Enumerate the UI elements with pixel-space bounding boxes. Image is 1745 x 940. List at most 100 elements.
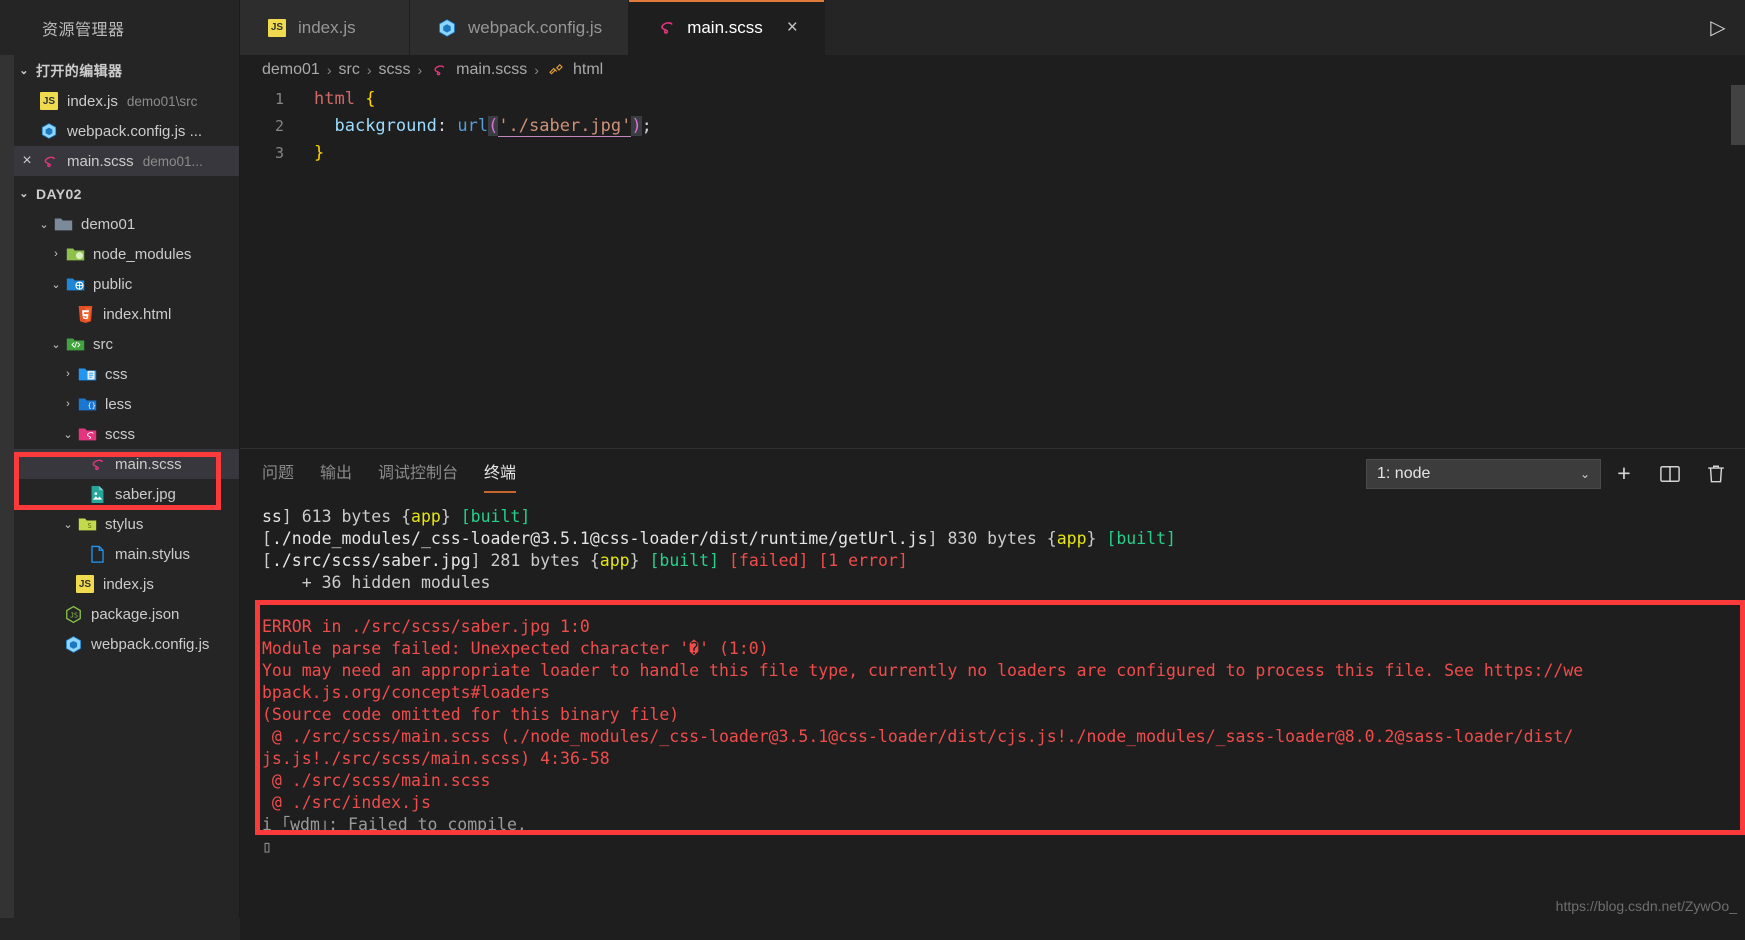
- watermark: https://blog.csdn.net/ZywOo_: [1555, 898, 1737, 914]
- section-open-editors[interactable]: ⌄ 打开的编辑器: [0, 55, 240, 86]
- activity-bar[interactable]: [0, 55, 14, 940]
- css-selector-token: html: [314, 88, 355, 109]
- close-paren-token: ): [631, 115, 642, 136]
- breadcrumb-separator: ›: [366, 62, 372, 78]
- brace-token: {: [365, 88, 376, 109]
- chevron-down-icon: ⌄: [1579, 466, 1590, 481]
- tree-label: public: [93, 275, 133, 293]
- breadcrumb-item-demo01[interactable]: demo01: [262, 61, 320, 79]
- breadcrumb-item-scss[interactable]: scss: [379, 61, 411, 79]
- open-editor-name: main.scss: [67, 152, 134, 170]
- tree-item-webpack-config-js[interactable]: webpack.config.js: [0, 629, 240, 659]
- new-terminal-button[interactable]: +: [1601, 454, 1647, 494]
- tree-item-scss[interactable]: ⌄ scss: [0, 419, 240, 449]
- folder-node-icon: [64, 244, 86, 264]
- tab-index-js[interactable]: JS index.js: [240, 0, 410, 55]
- tree-item-saber-jpg[interactable]: saber.jpg: [0, 479, 240, 509]
- folder-sass-icon: [76, 424, 98, 444]
- tab-label: main.scss: [687, 17, 763, 37]
- open-editor-path: demo01\src: [126, 93, 198, 109]
- terminal-line: i ｢wdm｣: Failed to compile.: [262, 814, 1745, 836]
- tree-item-src-index-js[interactable]: JS index.js: [0, 569, 240, 599]
- breadcrumb-item-html[interactable]: html: [573, 61, 603, 79]
- line-number: 2: [274, 116, 284, 135]
- sidebar-bottom-section[interactable]: [0, 918, 240, 940]
- tab-problems[interactable]: 问题: [262, 459, 294, 489]
- terminal-line: + 36 hidden modules: [262, 573, 491, 592]
- close-icon[interactable]: ×: [787, 18, 798, 37]
- terminal-select-value: 1: node: [1377, 464, 1431, 482]
- kill-terminal-button[interactable]: [1693, 454, 1739, 494]
- tab-debug-console[interactable]: 调试控制台: [378, 459, 458, 489]
- tree-item-public[interactable]: ⌄ public: [0, 269, 240, 299]
- error-line-8: @ ./src/scss/main.scss: [262, 771, 491, 790]
- tree-label: main.stylus: [115, 545, 191, 563]
- breadcrumb-item-main-scss[interactable]: main.scss: [456, 61, 527, 79]
- terminal-select[interactable]: 1: node ⌄: [1366, 458, 1601, 489]
- tree-item-package-json[interactable]: JS package.json: [0, 599, 240, 629]
- line-number: 1: [274, 89, 284, 108]
- tree-label: node_modules: [93, 245, 192, 263]
- plain-file-icon: [86, 544, 108, 564]
- tab-webpack-config-js[interactable]: webpack.config.js: [410, 0, 630, 55]
- breadcrumb-item-src[interactable]: src: [339, 61, 360, 79]
- tree-item-node-modules[interactable]: › node_modules: [0, 239, 240, 269]
- open-editor-path: demo01...: [142, 153, 203, 169]
- chevron-right-icon: ›: [66, 368, 70, 380]
- open-editor-index-js[interactable]: JS index.js demo01\src: [0, 86, 240, 116]
- line-number: 3: [274, 143, 284, 162]
- terminal-line-error: @ ./src/scss/main.scss (./node_modules/_…: [262, 726, 1745, 748]
- compile-status-line: i ｢wdm｣: Failed to compile.: [262, 815, 527, 834]
- terminal-output[interactable]: ss] 613 bytes {app} [built] [./node_modu…: [240, 498, 1745, 940]
- webpack-file-icon: [38, 121, 60, 141]
- chevron-down-icon: ⌄: [19, 65, 29, 77]
- tree-item-less[interactable]: › {} less: [0, 389, 240, 419]
- sass-file-icon: [38, 151, 60, 171]
- tree-item-demo01[interactable]: ⌄ demo01: [0, 209, 240, 239]
- semicolon-token: ;: [641, 115, 652, 136]
- tree-label: css: [105, 365, 128, 383]
- split-terminal-button[interactable]: [1647, 454, 1693, 494]
- terminal-cursor: ▯: [262, 837, 272, 856]
- run-play-icon[interactable]: ▷: [1691, 0, 1745, 55]
- editor-tab-bar: JS index.js webpack.config.js main.scss …: [240, 0, 1745, 55]
- folder-less-icon: {}: [76, 394, 98, 414]
- open-editor-webpack-config[interactable]: webpack.config.js ...: [0, 116, 240, 146]
- string-token: './saber.jpg': [498, 115, 632, 137]
- tree-item-css[interactable]: › css: [0, 359, 240, 389]
- editor-scrollbar[interactable]: [1731, 85, 1745, 145]
- tree-label: main.scss: [115, 455, 182, 473]
- tree-item-stylus[interactable]: ⌄ S stylus: [0, 509, 240, 539]
- terminal-line-error: (Source code omitted for this binary fil…: [262, 704, 1745, 726]
- top-row: 资源管理器 JS index.js webpack.config.js main…: [0, 0, 1745, 55]
- tab-main-scss[interactable]: main.scss ×: [629, 0, 825, 55]
- tree-label: index.js: [103, 575, 154, 593]
- code-editor[interactable]: 1 html { 2 background: url('./saber.jpg'…: [240, 85, 1745, 448]
- error-line-2: Module parse failed: Unexpected characte…: [262, 639, 769, 658]
- js-file-icon: JS: [266, 17, 288, 39]
- open-editor-main-scss[interactable]: × main.scss demo01...: [0, 146, 240, 176]
- tree-item-main-stylus[interactable]: main.stylus: [0, 539, 240, 569]
- svg-text:JS: JS: [69, 611, 77, 619]
- image-file-icon: [86, 484, 108, 504]
- tab-terminal[interactable]: 终端: [484, 459, 517, 493]
- terminal-line: [./node_modules/_css-loader@3.5.1@css-lo…: [262, 529, 1176, 548]
- terminal-line-error: You may need an appropriate loader to ha…: [262, 660, 1745, 682]
- section-title: 打开的编辑器: [36, 62, 123, 79]
- tree-item-index-html[interactable]: index.html: [0, 299, 240, 329]
- tree-item-main-scss[interactable]: main.scss: [0, 449, 240, 479]
- code-line-2: 2 background: url('./saber.jpg');: [240, 112, 1745, 139]
- close-icon[interactable]: ×: [16, 152, 38, 170]
- chevron-down-icon: ⌄: [39, 218, 49, 231]
- js-file-icon: JS: [74, 574, 96, 594]
- section-workspace[interactable]: ⌄ DAY02: [0, 178, 240, 209]
- panel-header: 问题 输出 调试控制台 终端 1: node ⌄ +: [240, 449, 1745, 498]
- tree-label: webpack.config.js: [91, 635, 210, 653]
- tab-output[interactable]: 输出: [320, 459, 352, 489]
- error-line-1: ERROR in ./src/scss/saber.jpg 1:0: [262, 617, 590, 636]
- sass-file-icon: [655, 17, 677, 39]
- chevron-down-icon: ⌄: [63, 518, 73, 531]
- tree-item-src[interactable]: ⌄ src: [0, 329, 240, 359]
- tab-label: webpack.config.js: [468, 17, 603, 37]
